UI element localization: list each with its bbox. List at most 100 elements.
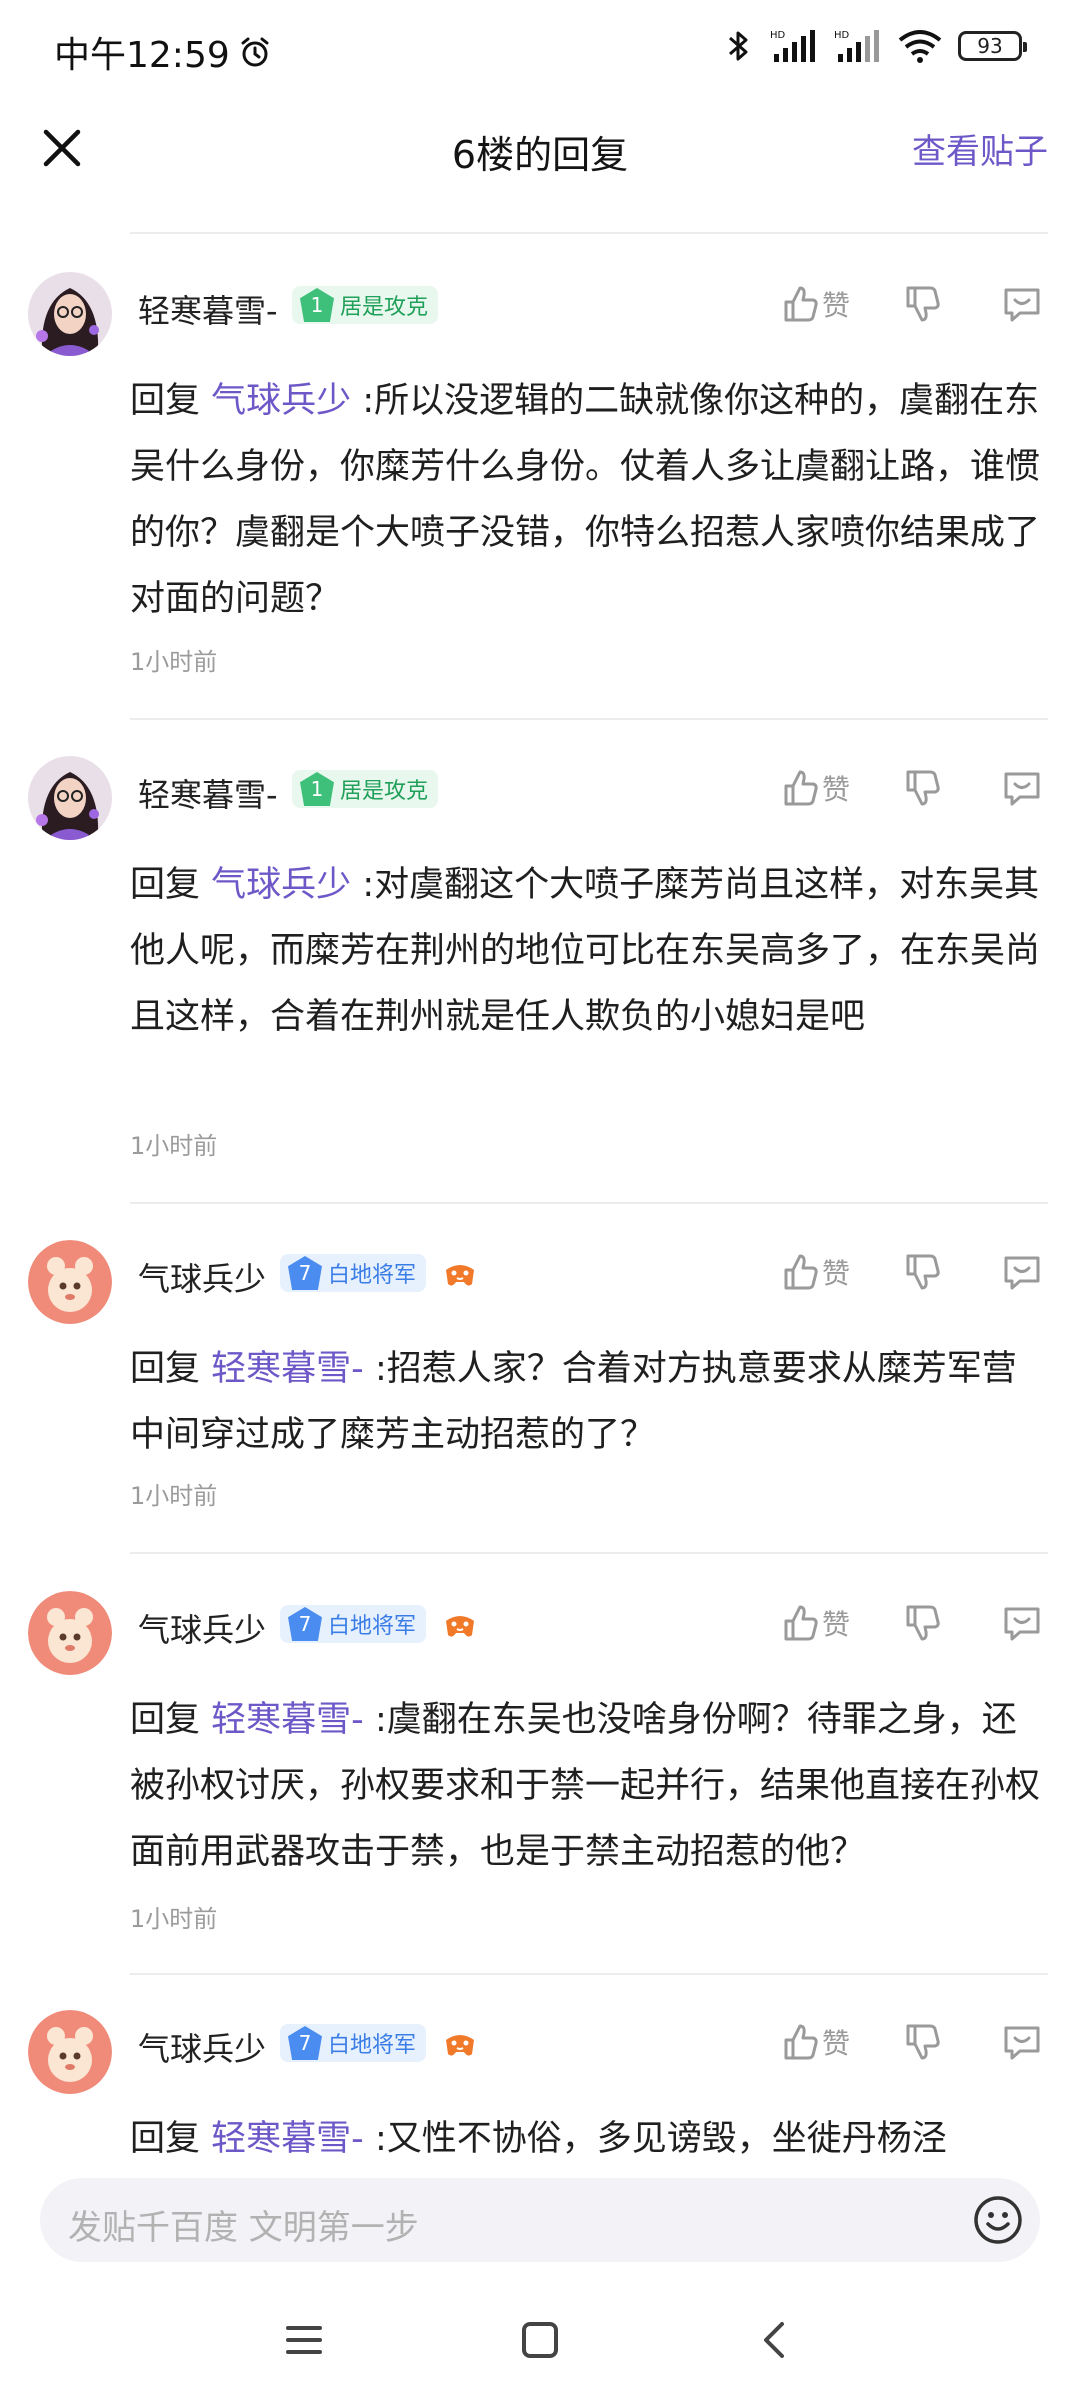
reply-prefix: 回复 <box>130 1700 201 1740</box>
reply-button[interactable] <box>1000 2020 1044 2064</box>
thumb-up-icon <box>784 2024 818 2060</box>
username[interactable]: 气球兵少 <box>138 2024 266 2070</box>
thumb-up-icon <box>784 1254 818 1290</box>
status-icons: HD HD 93 <box>724 28 1027 64</box>
home-icon[interactable] <box>510 2310 570 2370</box>
level-badge: 7 白地将军 <box>280 1254 427 1292</box>
like-label: 赞 <box>821 2027 850 2060</box>
dislike-button[interactable] <box>900 2020 944 2064</box>
divider <box>130 1202 1048 1204</box>
level-number: 1 <box>300 772 334 806</box>
avatar[interactable] <box>28 272 112 356</box>
avatar[interactable] <box>28 756 112 840</box>
signal-hd-icon: HD <box>834 30 879 62</box>
comment-icon <box>1004 1256 1040 1290</box>
username[interactable]: 气球兵少 <box>138 1254 266 1300</box>
comment-text: 回复 气球兵少 :对虞翻这个大喷子糜芳尚且这样，对东吴其他人呢，而糜芳在荆州的地… <box>130 852 1040 1050</box>
divider <box>130 1973 1048 1975</box>
like-label: 赞 <box>821 773 850 806</box>
mention-link[interactable]: 气球兵少 <box>211 381 351 421</box>
mention-link[interactable]: 轻寒暮雪- <box>211 1700 364 1740</box>
avatar[interactable] <box>28 2010 112 2094</box>
emoji-icon[interactable] <box>972 2194 1024 2246</box>
username[interactable]: 轻寒暮雪- <box>138 286 278 332</box>
comment-time: 1小时前 <box>130 1482 218 1510</box>
username[interactable]: 气球兵少 <box>138 1605 266 1651</box>
svg-text:HD: HD <box>770 30 786 41</box>
thumb-up-icon <box>784 1605 818 1641</box>
like-label: 赞 <box>821 1257 850 1290</box>
reply-button[interactable] <box>1000 766 1044 810</box>
mention-link[interactable]: 气球兵少 <box>211 865 351 905</box>
gamepad-icon <box>446 1616 474 1637</box>
comment-time: 1小时前 <box>130 648 218 676</box>
reply-prefix: 回复 <box>130 381 201 421</box>
like-button[interactable]: 赞 <box>778 1250 850 1294</box>
back-icon[interactable] <box>746 2310 806 2370</box>
thumb-down-icon <box>906 2024 940 2060</box>
like-button[interactable]: 赞 <box>778 282 850 326</box>
input-placeholder: 发贴千百度 文明第一步 <box>68 2208 419 2248</box>
battery-level: 93 <box>977 34 1003 58</box>
thumb-down-icon <box>906 770 940 806</box>
dislike-button[interactable] <box>900 766 944 810</box>
reply-button[interactable] <box>1000 282 1044 326</box>
like-button[interactable]: 赞 <box>778 2020 850 2064</box>
like-button[interactable]: 赞 <box>778 766 850 810</box>
like-button[interactable]: 赞 <box>778 1601 850 1645</box>
comment-time: 1小时前 <box>130 1905 218 1933</box>
comment-text: 回复 轻寒暮雪- :又性不协俗，多见谤毁，坐徙丹杨泾 <box>130 2106 1040 2160</box>
svg-text:HD: HD <box>834 30 850 41</box>
comment-actions: 赞 <box>778 282 1044 326</box>
status-bar: 中午12:59 HD HD 93 <box>0 0 1080 100</box>
comment-text: 回复 轻寒暮雪- :虞翻在东吴也没啥身份啊？待罪之身，还被孙权讨厌，孙权要求和于… <box>130 1687 1040 1885</box>
dislike-button[interactable] <box>900 1601 944 1645</box>
dislike-button[interactable] <box>900 1250 944 1294</box>
comment-actions: 赞 <box>778 1250 1044 1294</box>
avatar[interactable] <box>28 1591 112 1675</box>
list-item: 气球兵少 7 白地将军 赞 回复 轻寒暮雪- :又性不协俗，多见谤毁，坐徙丹杨泾 <box>0 2010 1080 2160</box>
reply-button[interactable] <box>1000 1250 1044 1294</box>
wifi-icon <box>898 30 942 63</box>
dislike-button[interactable] <box>900 282 944 326</box>
status-time: 中午12:59 <box>54 35 230 76</box>
comment-body: :又性不协俗，多见谤毁，坐徙丹杨泾 <box>374 2119 947 2159</box>
level-number: 1 <box>300 288 334 322</box>
comment-time: 1小时前 <box>130 1132 218 1160</box>
avatar[interactable] <box>28 1240 112 1324</box>
username[interactable]: 轻寒暮雪- <box>138 770 278 816</box>
thumb-down-icon <box>906 1605 940 1641</box>
reply-input[interactable]: 发贴千百度 文明第一步 <box>40 2178 1040 2262</box>
signal-hd-icon: HD <box>770 30 815 62</box>
divider <box>130 232 1048 234</box>
thumb-down-icon <box>906 286 940 322</box>
comment-actions: 赞 <box>778 1601 1044 1645</box>
comment-icon <box>1004 2026 1040 2060</box>
badge-title: 白地将军 <box>328 1263 417 1288</box>
comment-actions: 赞 <box>778 2020 1044 2064</box>
alarm-icon <box>241 37 269 67</box>
level-badge: 7 白地将军 <box>280 1605 427 1643</box>
header: 6楼的回复 查看贴子 <box>0 100 1080 234</box>
menu-icon[interactable] <box>274 2310 334 2370</box>
comment-icon <box>1004 1607 1040 1641</box>
level-badge: 1 居是攻克 <box>292 770 439 808</box>
like-label: 赞 <box>821 289 850 322</box>
comment-actions: 赞 <box>778 766 1044 810</box>
reply-button[interactable] <box>1000 1601 1044 1645</box>
comment-text: 回复 气球兵少 :所以没逻辑的二缺就像你这种的，虞翻在东吴什么身份，你糜芳什么身… <box>130 368 1040 632</box>
thumb-up-icon <box>784 286 818 322</box>
bluetooth-icon <box>729 31 748 61</box>
reply-prefix: 回复 <box>130 865 201 905</box>
list-item: 气球兵少 7 白地将军 赞 回复 轻寒暮雪- :虞翻在东吴也没啥身份啊？待罪之身… <box>0 1591 1080 1975</box>
mention-link[interactable]: 轻寒暮雪- <box>211 1349 364 1389</box>
reply-prefix: 回复 <box>130 2119 201 2159</box>
comment-icon <box>1004 772 1040 806</box>
mention-link[interactable]: 轻寒暮雪- <box>211 2119 364 2159</box>
view-post-link[interactable]: 查看贴子 <box>912 124 1048 173</box>
status-time-group: 中午12:59 <box>54 26 272 78</box>
divider <box>130 1552 1048 1554</box>
reply-input-bar: 发贴千百度 文明第一步 <box>0 2160 1080 2280</box>
badge-title: 白地将军 <box>328 1614 417 1639</box>
gamepad-icon <box>446 2035 474 2056</box>
